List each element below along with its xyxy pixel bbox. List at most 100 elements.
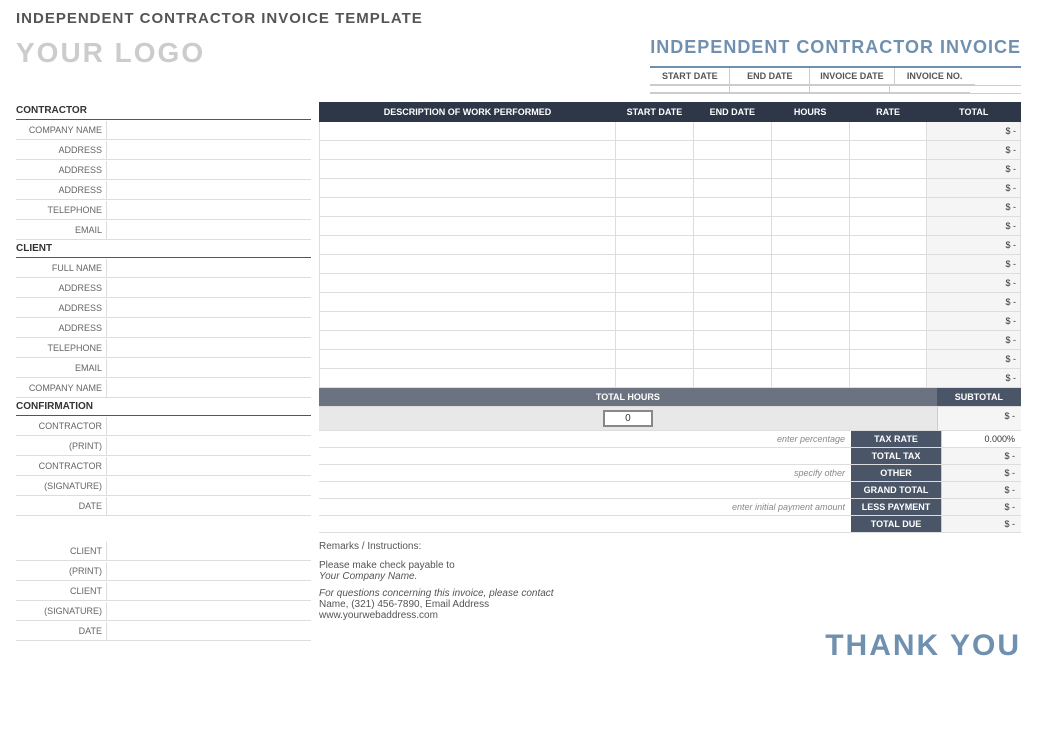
row-desc-12[interactable]	[320, 350, 616, 369]
row-rate-2[interactable]	[849, 160, 927, 179]
client-sig-print-value[interactable]	[106, 562, 311, 580]
row-hours-3[interactable]	[771, 179, 849, 198]
row-start-2[interactable]	[615, 160, 693, 179]
row-end-3[interactable]	[693, 179, 771, 198]
row-rate-8[interactable]	[849, 274, 927, 293]
row-rate-10[interactable]	[849, 312, 927, 331]
row-hours-4[interactable]	[771, 198, 849, 217]
contractor-address1-value[interactable]	[106, 141, 311, 159]
row-rate-3[interactable]	[849, 179, 927, 198]
row-end-4[interactable]	[693, 198, 771, 217]
row-hours-5[interactable]	[771, 217, 849, 236]
row-desc-5[interactable]	[320, 217, 616, 236]
row-rate-13[interactable]	[849, 369, 927, 388]
row-desc-11[interactable]	[320, 331, 616, 350]
row-end-7[interactable]	[693, 255, 771, 274]
row-start-3[interactable]	[615, 179, 693, 198]
client-address1-value[interactable]	[106, 279, 311, 297]
row-hours-10[interactable]	[771, 312, 849, 331]
row-start-10[interactable]	[615, 312, 693, 331]
row-hours-0[interactable]	[771, 122, 849, 141]
row-rate-0[interactable]	[849, 122, 927, 141]
conf-contractor-print-value[interactable]	[106, 437, 311, 455]
client-email-value[interactable]	[106, 359, 311, 377]
row-hours-12[interactable]	[771, 350, 849, 369]
client-date-value[interactable]	[106, 622, 311, 640]
client-address3-value[interactable]	[106, 319, 311, 337]
total-hours-value[interactable]: 0	[603, 410, 653, 427]
client-fullname-value[interactable]	[106, 259, 311, 277]
row-rate-9[interactable]	[849, 293, 927, 312]
row-end-0[interactable]	[693, 122, 771, 141]
row-rate-4[interactable]	[849, 198, 927, 217]
row-end-1[interactable]	[693, 141, 771, 160]
row-end-2[interactable]	[693, 160, 771, 179]
row-desc-2[interactable]	[320, 160, 616, 179]
row-desc-8[interactable]	[320, 274, 616, 293]
row-hours-6[interactable]	[771, 236, 849, 255]
contractor-company-name-value[interactable]	[106, 121, 311, 139]
row-desc-4[interactable]	[320, 198, 616, 217]
row-hours-13[interactable]	[771, 369, 849, 388]
row-start-4[interactable]	[615, 198, 693, 217]
row-end-5[interactable]	[693, 217, 771, 236]
row-hours-11[interactable]	[771, 331, 849, 350]
row-hours-8[interactable]	[771, 274, 849, 293]
row-start-13[interactable]	[615, 369, 693, 388]
row-desc-3[interactable]	[320, 179, 616, 198]
row-start-8[interactable]	[615, 274, 693, 293]
row-rate-5[interactable]	[849, 217, 927, 236]
less-payment-value[interactable]: $ -	[941, 499, 1021, 515]
client-sig-name-value[interactable]	[106, 542, 311, 560]
other-value[interactable]: $ -	[941, 465, 1021, 481]
contractor-telephone-value[interactable]	[106, 201, 311, 219]
row-hours-7[interactable]	[771, 255, 849, 274]
row-start-12[interactable]	[615, 350, 693, 369]
row-start-5[interactable]	[615, 217, 693, 236]
row-desc-13[interactable]	[320, 369, 616, 388]
conf-contractor-value[interactable]	[106, 417, 311, 435]
row-end-8[interactable]	[693, 274, 771, 293]
row-desc-9[interactable]	[320, 293, 616, 312]
row-start-0[interactable]	[615, 122, 693, 141]
invoice-no-value[interactable]	[890, 86, 970, 93]
client-company-name-value[interactable]	[106, 379, 311, 397]
row-desc-7[interactable]	[320, 255, 616, 274]
row-hours-2[interactable]	[771, 160, 849, 179]
row-end-9[interactable]	[693, 293, 771, 312]
row-hours-1[interactable]	[771, 141, 849, 160]
row-end-13[interactable]	[693, 369, 771, 388]
row-end-11[interactable]	[693, 331, 771, 350]
row-start-9[interactable]	[615, 293, 693, 312]
conf-contractor-sig-value[interactable]	[106, 477, 311, 495]
row-end-6[interactable]	[693, 236, 771, 255]
row-desc-1[interactable]	[320, 141, 616, 160]
row-start-7[interactable]	[615, 255, 693, 274]
row-desc-10[interactable]	[320, 312, 616, 331]
tax-rate-value[interactable]: 0.000%	[941, 431, 1021, 447]
row-end-12[interactable]	[693, 350, 771, 369]
invoice-date-value[interactable]	[810, 86, 890, 93]
start-date-value[interactable]	[650, 86, 730, 93]
end-date-value[interactable]	[730, 86, 810, 93]
row-end-10[interactable]	[693, 312, 771, 331]
contractor-email-value[interactable]	[106, 221, 311, 239]
conf-contractor-sig-name-value[interactable]	[106, 457, 311, 475]
contractor-address3-value[interactable]	[106, 181, 311, 199]
conf-contractor-date-value[interactable]	[106, 497, 311, 515]
client-sig-value[interactable]	[106, 582, 311, 600]
client-telephone-value[interactable]	[106, 339, 311, 357]
row-rate-6[interactable]	[849, 236, 927, 255]
row-hours-9[interactable]	[771, 293, 849, 312]
row-start-1[interactable]	[615, 141, 693, 160]
row-start-6[interactable]	[615, 236, 693, 255]
client-address2-value[interactable]	[106, 299, 311, 317]
client-signature-value[interactable]	[106, 602, 311, 620]
row-desc-6[interactable]	[320, 236, 616, 255]
contractor-address2-value[interactable]	[106, 161, 311, 179]
row-start-11[interactable]	[615, 331, 693, 350]
row-rate-7[interactable]	[849, 255, 927, 274]
row-rate-11[interactable]	[849, 331, 927, 350]
row-desc-0[interactable]	[320, 122, 616, 141]
row-rate-1[interactable]	[849, 141, 927, 160]
